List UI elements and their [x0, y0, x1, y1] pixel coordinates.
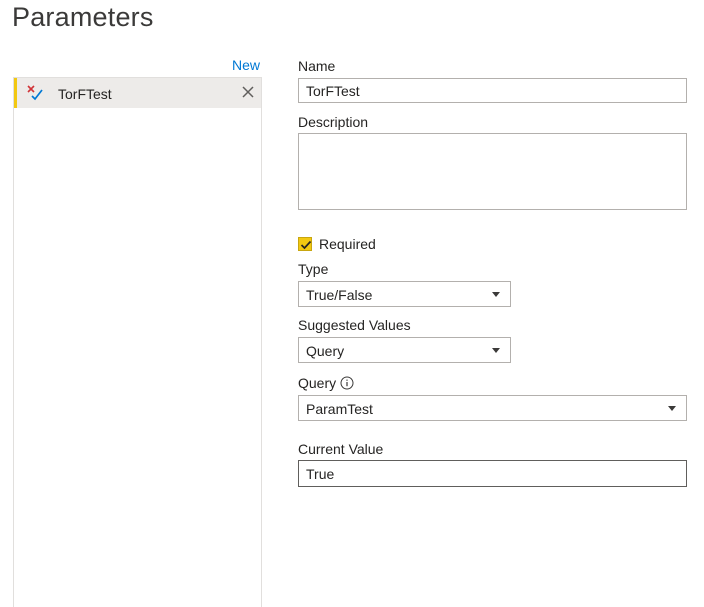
suggested-values-select-value: Query [306, 343, 345, 359]
required-checkbox[interactable] [298, 237, 312, 251]
query-label: Query [298, 375, 337, 391]
parameters-dialog: Parameters New TorFTest Name Description… [0, 0, 704, 607]
chevron-down-icon [492, 348, 500, 353]
current-value-label: Current Value [298, 441, 384, 457]
chevron-down-icon [668, 406, 676, 411]
name-input[interactable] [298, 78, 687, 103]
current-value-input[interactable] [298, 460, 687, 487]
parameter-item-label: TorFTest [58, 86, 112, 102]
query-select-value: ParamTest [306, 401, 373, 417]
name-label: Name [298, 58, 336, 74]
required-label: Required [319, 236, 376, 252]
info-icon[interactable] [340, 376, 354, 390]
type-select-value: True/False [306, 287, 373, 303]
parameter-list: TorFTest [13, 77, 262, 607]
suggested-values-label: Suggested Values [298, 317, 411, 333]
type-select[interactable]: True/False [298, 281, 511, 307]
parameter-item-torftest[interactable]: TorFTest [14, 78, 261, 108]
chevron-down-icon [492, 292, 500, 297]
description-label: Description [298, 114, 369, 130]
close-icon[interactable] [239, 83, 257, 101]
dialog-title: Parameters [12, 2, 154, 32]
new-parameter-link[interactable]: New [232, 57, 260, 73]
suggested-values-select[interactable]: Query [298, 337, 511, 363]
query-select[interactable]: ParamTest [298, 395, 687, 421]
type-label: Type [298, 261, 329, 277]
true-false-icon [27, 85, 43, 101]
description-input[interactable] [298, 133, 687, 210]
required-row: Required [298, 235, 376, 253]
checkmark-icon [300, 240, 312, 250]
query-label-row: Query [298, 375, 354, 391]
